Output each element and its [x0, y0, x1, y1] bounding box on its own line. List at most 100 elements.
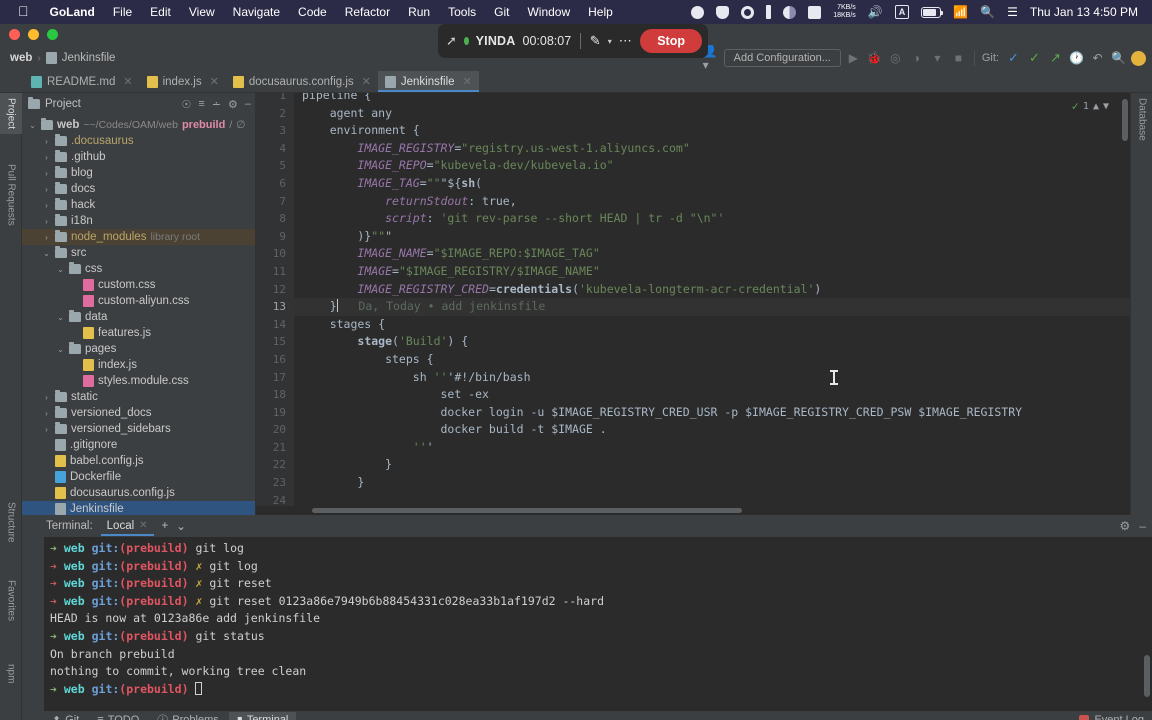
code-line[interactable]: returnStdout: true,	[294, 193, 1130, 211]
close-tab-icon[interactable]: ✕	[362, 75, 371, 88]
gutter-line-number[interactable]: 9	[256, 228, 294, 246]
contrast-icon[interactable]	[777, 6, 802, 19]
chevron-right-icon[interactable]: ›	[42, 233, 51, 242]
tool-window-git[interactable]: ⬆ Git	[44, 712, 87, 720]
avatar[interactable]	[1131, 51, 1146, 66]
code-line[interactable]: IMAGE_TAG="""${sh(	[294, 175, 1130, 193]
gutter-line-number[interactable]: 11	[256, 263, 294, 281]
event-log-button[interactable]: Event Log	[1079, 714, 1152, 720]
rail-item-project[interactable]: Project	[0, 93, 22, 134]
code-line[interactable]: sh '''#!/bin/bash	[294, 369, 1130, 387]
collapse-all-icon[interactable]: ∸	[212, 98, 221, 111]
inspection-widget[interactable]: ✓ 1 ▲ ▼	[1069, 97, 1112, 115]
tree-row[interactable]: ›.github	[22, 149, 255, 165]
gutter-line-number[interactable]: 1	[256, 93, 294, 105]
battery-icon[interactable]	[915, 7, 947, 18]
run-icon[interactable]: ▶	[845, 50, 862, 67]
terminal-tab-local[interactable]: Local ✕	[101, 517, 154, 536]
code-line[interactable]: IMAGE_REGISTRY="registry.us-west-1.aliyu…	[294, 140, 1130, 158]
gutter-line-number[interactable]: 15	[256, 333, 294, 351]
rail-item-favorites[interactable]: Favorites	[0, 575, 22, 626]
wifi-icon[interactable]: 📶	[947, 5, 974, 19]
tree-row[interactable]: ›static	[22, 389, 255, 405]
menu-code[interactable]: Code	[289, 5, 336, 19]
shield-icon[interactable]	[710, 6, 735, 19]
apple-icon[interactable]: 	[8, 3, 41, 21]
menu-tools[interactable]: Tools	[439, 5, 485, 19]
gutter-line-number[interactable]: 19	[256, 404, 294, 422]
locate-icon[interactable]: ☉	[181, 98, 191, 111]
code-line[interactable]	[294, 492, 1130, 506]
tool-window-terminal[interactable]: ▮ Terminal	[229, 712, 297, 720]
editor-vertical-scrollbar[interactable]	[1122, 99, 1128, 141]
menu-navigate[interactable]: Navigate	[224, 5, 289, 19]
code-line[interactable]: }	[294, 456, 1130, 474]
app-icon[interactable]	[802, 6, 827, 19]
editor-tab-readme[interactable]: README.md ✕	[24, 71, 140, 92]
scrollbar-thumb[interactable]	[312, 508, 742, 513]
gutter-line-number[interactable]: 21	[256, 439, 294, 457]
tree-row[interactable]: ›.docusaurus	[22, 133, 255, 149]
prev-problem-icon[interactable]: ▲	[1093, 101, 1099, 112]
code-line[interactable]: } Da, Today • add jenkinsfile	[294, 298, 1130, 316]
tree-row[interactable]: custom-aliyun.css	[22, 293, 255, 309]
terminal-tab-list-icon[interactable]: ⌄	[176, 519, 186, 533]
editor-code-area[interactable]: pipeline { agent any environment { IMAGE…	[294, 93, 1130, 506]
code-line[interactable]: }	[294, 474, 1130, 492]
hide-panel-icon[interactable]: –	[1139, 519, 1146, 533]
add-configuration-button[interactable]: Add Configuration...	[724, 49, 841, 67]
chevron-down-icon[interactable]: ⌄	[56, 345, 65, 354]
code-line[interactable]: IMAGE_REGISTRY_CRED=credentials('kubevel…	[294, 281, 1130, 299]
tree-row[interactable]: ⌄pages	[22, 341, 255, 357]
tree-row[interactable]: ⌄css	[22, 261, 255, 277]
run-coverage-icon[interactable]: ◎	[887, 50, 904, 67]
breadcrumb-project[interactable]: web	[10, 52, 32, 64]
tree-row[interactable]: styles.module.css	[22, 373, 255, 389]
tree-row[interactable]: index.js	[22, 357, 255, 373]
target-icon[interactable]	[735, 6, 760, 19]
menu-help[interactable]: Help	[579, 5, 622, 19]
code-line[interactable]: IMAGE_NAME="$IMAGE_REPO:$IMAGE_TAG"	[294, 245, 1130, 263]
more-options-icon[interactable]: ⋯	[619, 33, 634, 49]
stop-icon[interactable]: ■	[950, 50, 967, 67]
project-tree[interactable]: ⌄ web ~~/Codes/OAM/web~/Codes/OAM/web pr…	[22, 115, 255, 515]
network-speed-indicator[interactable]: 7KB/s 18KB/s	[827, 4, 862, 20]
control-center-icon[interactable]: ☰	[1001, 5, 1024, 19]
settings-gear-icon[interactable]: ⚙	[1120, 519, 1131, 533]
chevron-right-icon[interactable]: ›	[42, 185, 51, 194]
rail-item-structure[interactable]: Structure	[0, 497, 22, 548]
chevron-right-icon[interactable]: ›	[42, 169, 51, 178]
rail-item-npm[interactable]: npm	[0, 659, 22, 688]
stop-recording-button[interactable]: Stop	[640, 29, 702, 53]
editor-tab-jenkinsfile[interactable]: Jenkinsfile ✕	[378, 71, 479, 92]
menu-refactor[interactable]: Refactor	[336, 5, 399, 19]
menu-edit[interactable]: Edit	[141, 5, 180, 19]
gutter-line-number[interactable]: 10	[256, 245, 294, 263]
spotlight-search-icon[interactable]: 🔍	[974, 5, 1001, 19]
gutter-line-number[interactable]: 12	[256, 281, 294, 299]
profile-icon[interactable]: ◑	[908, 50, 925, 67]
gutter-line-number[interactable]: 3	[256, 122, 294, 140]
chevron-right-icon[interactable]: ›	[42, 137, 51, 146]
gutter-line-number[interactable]: 5	[256, 157, 294, 175]
tree-row[interactable]: ›docs	[22, 181, 255, 197]
code-line[interactable]: stage('Build') {	[294, 333, 1130, 351]
chevron-down-icon[interactable]: ⌄	[28, 121, 37, 130]
tool-window-todo[interactable]: ≡ TODO	[89, 712, 147, 720]
tree-row[interactable]: ›versioned_docs	[22, 405, 255, 421]
tree-row[interactable]: ›versioned_sidebars	[22, 421, 255, 437]
chevron-right-icon[interactable]: ›	[42, 393, 51, 402]
close-terminal-tab-icon[interactable]: ✕	[139, 520, 147, 531]
close-tab-icon[interactable]: ✕	[463, 75, 472, 88]
dropbox-icon[interactable]	[685, 6, 710, 19]
debug-icon[interactable]: 🐞	[866, 50, 883, 67]
menu-git[interactable]: Git	[485, 5, 518, 19]
editor-gutter[interactable]: 123456789101112131415161718192021222324	[256, 93, 294, 506]
terminal-scrollbar[interactable]	[1144, 655, 1150, 697]
gutter-line-number[interactable]: 17	[256, 369, 294, 387]
new-terminal-tab-button[interactable]: +	[162, 520, 169, 532]
expand-all-icon[interactable]: ≡	[198, 98, 204, 111]
transfer-icon[interactable]	[760, 5, 777, 19]
gutter-line-number[interactable]: 23	[256, 474, 294, 492]
gutter-line-number[interactable]: 22	[256, 456, 294, 474]
